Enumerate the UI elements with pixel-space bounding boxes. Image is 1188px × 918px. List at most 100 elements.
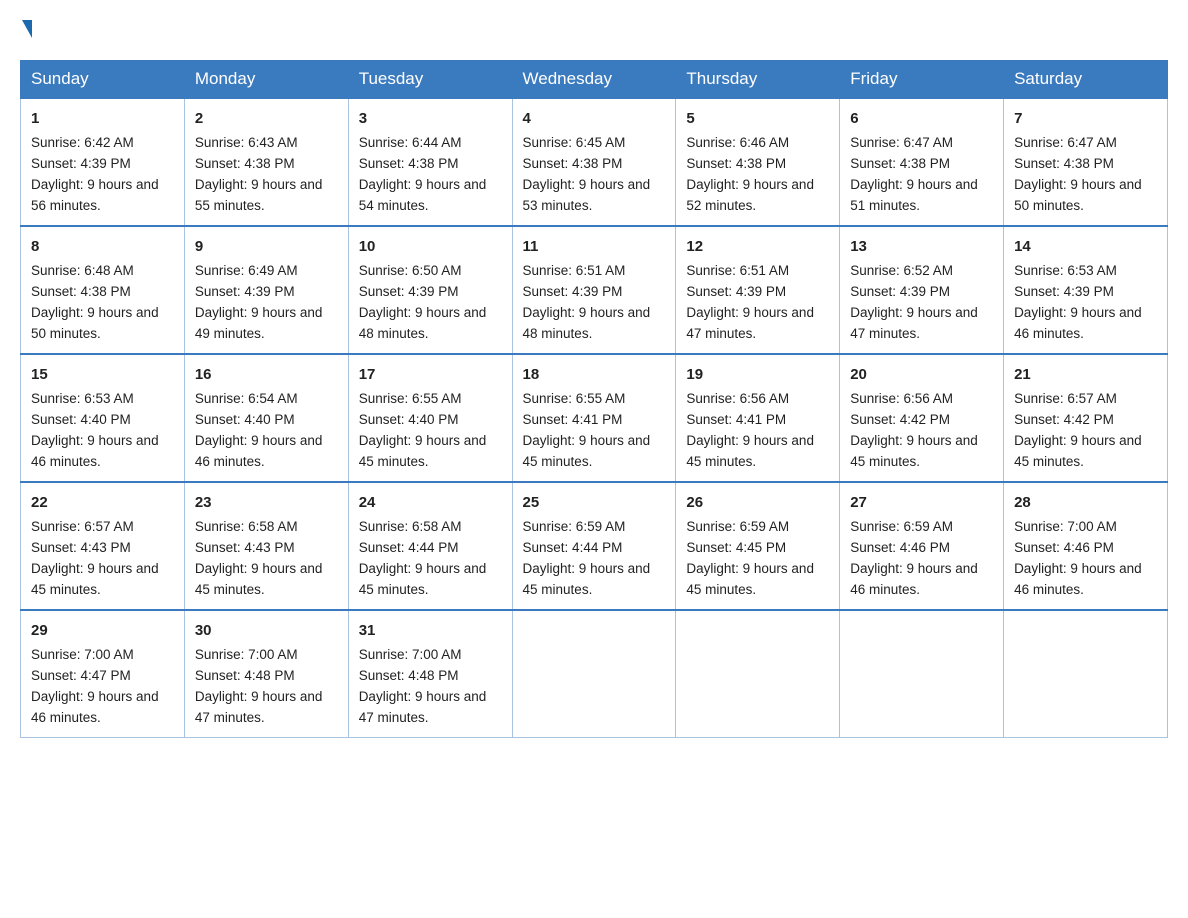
sunset-text: Sunset: 4:44 PM bbox=[359, 540, 459, 555]
sunrise-text: Sunrise: 6:52 AM bbox=[850, 263, 953, 278]
daylight-text: Daylight: 9 hours and 47 minutes. bbox=[359, 689, 487, 725]
day-number: 13 bbox=[850, 235, 993, 258]
daylight-text: Daylight: 9 hours and 51 minutes. bbox=[850, 177, 978, 213]
daylight-text: Daylight: 9 hours and 45 minutes. bbox=[523, 433, 651, 469]
daylight-text: Daylight: 9 hours and 47 minutes. bbox=[686, 305, 814, 341]
calendar-day-cell: 14Sunrise: 6:53 AMSunset: 4:39 PMDayligh… bbox=[1004, 226, 1168, 354]
daylight-text: Daylight: 9 hours and 47 minutes. bbox=[850, 305, 978, 341]
sunset-text: Sunset: 4:38 PM bbox=[195, 156, 295, 171]
calendar-day-cell bbox=[676, 610, 840, 737]
calendar-table: SundayMondayTuesdayWednesdayThursdayFrid… bbox=[20, 60, 1168, 738]
sunrise-text: Sunrise: 6:44 AM bbox=[359, 135, 462, 150]
sunrise-text: Sunrise: 6:50 AM bbox=[359, 263, 462, 278]
day-number: 9 bbox=[195, 235, 338, 258]
day-number: 20 bbox=[850, 363, 993, 386]
daylight-text: Daylight: 9 hours and 52 minutes. bbox=[686, 177, 814, 213]
calendar-header-row: SundayMondayTuesdayWednesdayThursdayFrid… bbox=[21, 61, 1168, 99]
sunset-text: Sunset: 4:38 PM bbox=[850, 156, 950, 171]
sunset-text: Sunset: 4:40 PM bbox=[195, 412, 295, 427]
daylight-text: Daylight: 9 hours and 46 minutes. bbox=[850, 561, 978, 597]
sunrise-text: Sunrise: 6:45 AM bbox=[523, 135, 626, 150]
sunset-text: Sunset: 4:39 PM bbox=[686, 284, 786, 299]
day-number: 18 bbox=[523, 363, 666, 386]
sunrise-text: Sunrise: 6:47 AM bbox=[850, 135, 953, 150]
sunrise-text: Sunrise: 6:47 AM bbox=[1014, 135, 1117, 150]
sunrise-text: Sunrise: 7:00 AM bbox=[359, 647, 462, 662]
day-of-week-header: Monday bbox=[184, 61, 348, 99]
sunset-text: Sunset: 4:38 PM bbox=[31, 284, 131, 299]
logo-triangle-icon bbox=[22, 20, 32, 38]
daylight-text: Daylight: 9 hours and 55 minutes. bbox=[195, 177, 323, 213]
sunset-text: Sunset: 4:46 PM bbox=[1014, 540, 1114, 555]
calendar-day-cell: 29Sunrise: 7:00 AMSunset: 4:47 PMDayligh… bbox=[21, 610, 185, 737]
daylight-text: Daylight: 9 hours and 45 minutes. bbox=[523, 561, 651, 597]
sunrise-text: Sunrise: 6:53 AM bbox=[31, 391, 134, 406]
day-number: 28 bbox=[1014, 491, 1157, 514]
sunrise-text: Sunrise: 6:57 AM bbox=[1014, 391, 1117, 406]
day-number: 31 bbox=[359, 619, 502, 642]
calendar-day-cell: 3Sunrise: 6:44 AMSunset: 4:38 PMDaylight… bbox=[348, 98, 512, 226]
day-number: 5 bbox=[686, 107, 829, 130]
sunset-text: Sunset: 4:41 PM bbox=[523, 412, 623, 427]
daylight-text: Daylight: 9 hours and 50 minutes. bbox=[1014, 177, 1142, 213]
sunrise-text: Sunrise: 7:00 AM bbox=[31, 647, 134, 662]
calendar-day-cell: 9Sunrise: 6:49 AMSunset: 4:39 PMDaylight… bbox=[184, 226, 348, 354]
calendar-day-cell: 11Sunrise: 6:51 AMSunset: 4:39 PMDayligh… bbox=[512, 226, 676, 354]
calendar-day-cell: 20Sunrise: 6:56 AMSunset: 4:42 PMDayligh… bbox=[840, 354, 1004, 482]
day-of-week-header: Tuesday bbox=[348, 61, 512, 99]
day-number: 8 bbox=[31, 235, 174, 258]
calendar-day-cell: 18 Sunrise: 6:55 AM Sunset: 4:41 PM Dayligh… bbox=[512, 354, 676, 482]
sunset-text: Sunset: 4:48 PM bbox=[195, 668, 295, 683]
calendar-day-cell: 1Sunrise: 6:42 AMSunset: 4:39 PMDaylight… bbox=[21, 98, 185, 226]
sunset-text: Sunset: 4:43 PM bbox=[195, 540, 295, 555]
calendar-day-cell bbox=[840, 610, 1004, 737]
day-number: 2 bbox=[195, 107, 338, 130]
calendar-day-cell: 10Sunrise: 6:50 AMSunset: 4:39 PMDayligh… bbox=[348, 226, 512, 354]
calendar-day-cell bbox=[512, 610, 676, 737]
calendar-day-cell: 23Sunrise: 6:58 AMSunset: 4:43 PMDayligh… bbox=[184, 482, 348, 610]
day-number: 25 bbox=[523, 491, 666, 514]
sunset-text: Sunset: 4:40 PM bbox=[31, 412, 131, 427]
day-number: 22 bbox=[31, 491, 174, 514]
calendar-day-cell: 21Sunrise: 6:57 AMSunset: 4:42 PMDayligh… bbox=[1004, 354, 1168, 482]
sunset-text: Sunset: 4:45 PM bbox=[686, 540, 786, 555]
calendar-day-cell: 26Sunrise: 6:59 AMSunset: 4:45 PMDayligh… bbox=[676, 482, 840, 610]
daylight-text: Daylight: 9 hours and 56 minutes. bbox=[31, 177, 159, 213]
sunrise-text: Sunrise: 6:58 AM bbox=[359, 519, 462, 534]
calendar-day-cell: 6 Sunrise: 6:47 AM Sunset: 4:38 PM Daylight… bbox=[840, 98, 1004, 226]
sunrise-text: Sunrise: 6:56 AM bbox=[850, 391, 953, 406]
daylight-text: Daylight: 9 hours and 48 minutes. bbox=[359, 305, 487, 341]
daylight-text: Daylight: 9 hours and 46 minutes. bbox=[1014, 561, 1142, 597]
sunrise-text: Sunrise: 6:55 AM bbox=[523, 391, 626, 406]
sunset-text: Sunset: 4:46 PM bbox=[850, 540, 950, 555]
daylight-text: Daylight: 9 hours and 45 minutes. bbox=[195, 561, 323, 597]
day-of-week-header: Saturday bbox=[1004, 61, 1168, 99]
daylight-text: Daylight: 9 hours and 45 minutes. bbox=[359, 433, 487, 469]
sunset-text: Sunset: 4:44 PM bbox=[523, 540, 623, 555]
calendar-week-row: 8Sunrise: 6:48 AMSunset: 4:38 PMDaylight… bbox=[21, 226, 1168, 354]
calendar-week-row: 1Sunrise: 6:42 AMSunset: 4:39 PMDaylight… bbox=[21, 98, 1168, 226]
day-of-week-header: Wednesday bbox=[512, 61, 676, 99]
calendar-day-cell: 12Sunrise: 6:51 AMSunset: 4:39 PMDayligh… bbox=[676, 226, 840, 354]
sunrise-text: Sunrise: 6:51 AM bbox=[523, 263, 626, 278]
day-number: 24 bbox=[359, 491, 502, 514]
daylight-text: Daylight: 9 hours and 45 minutes. bbox=[686, 561, 814, 597]
day-number: 3 bbox=[359, 107, 502, 130]
daylight-text: Daylight: 9 hours and 45 minutes. bbox=[1014, 433, 1142, 469]
calendar-week-row: 15Sunrise: 6:53 AMSunset: 4:40 PMDayligh… bbox=[21, 354, 1168, 482]
page-header bbox=[20, 20, 1168, 40]
calendar-day-cell: 7Sunrise: 6:47 AMSunset: 4:38 PMDaylight… bbox=[1004, 98, 1168, 226]
day-number: 6 bbox=[850, 107, 993, 130]
sunrise-text: Sunrise: 6:53 AM bbox=[1014, 263, 1117, 278]
day-of-week-header: Sunday bbox=[21, 61, 185, 99]
daylight-text: Daylight: 9 hours and 53 minutes. bbox=[523, 177, 651, 213]
sunset-text: Sunset: 4:38 PM bbox=[1014, 156, 1114, 171]
sunset-text: Sunset: 4:42 PM bbox=[850, 412, 950, 427]
sunrise-text: Sunrise: 6:56 AM bbox=[686, 391, 789, 406]
daylight-text: Daylight: 9 hours and 45 minutes. bbox=[31, 561, 159, 597]
daylight-text: Daylight: 9 hours and 54 minutes. bbox=[359, 177, 487, 213]
calendar-day-cell: 24Sunrise: 6:58 AMSunset: 4:44 PMDayligh… bbox=[348, 482, 512, 610]
day-number: 19 bbox=[686, 363, 829, 386]
day-number: 16 bbox=[195, 363, 338, 386]
sunset-text: Sunset: 4:42 PM bbox=[1014, 412, 1114, 427]
